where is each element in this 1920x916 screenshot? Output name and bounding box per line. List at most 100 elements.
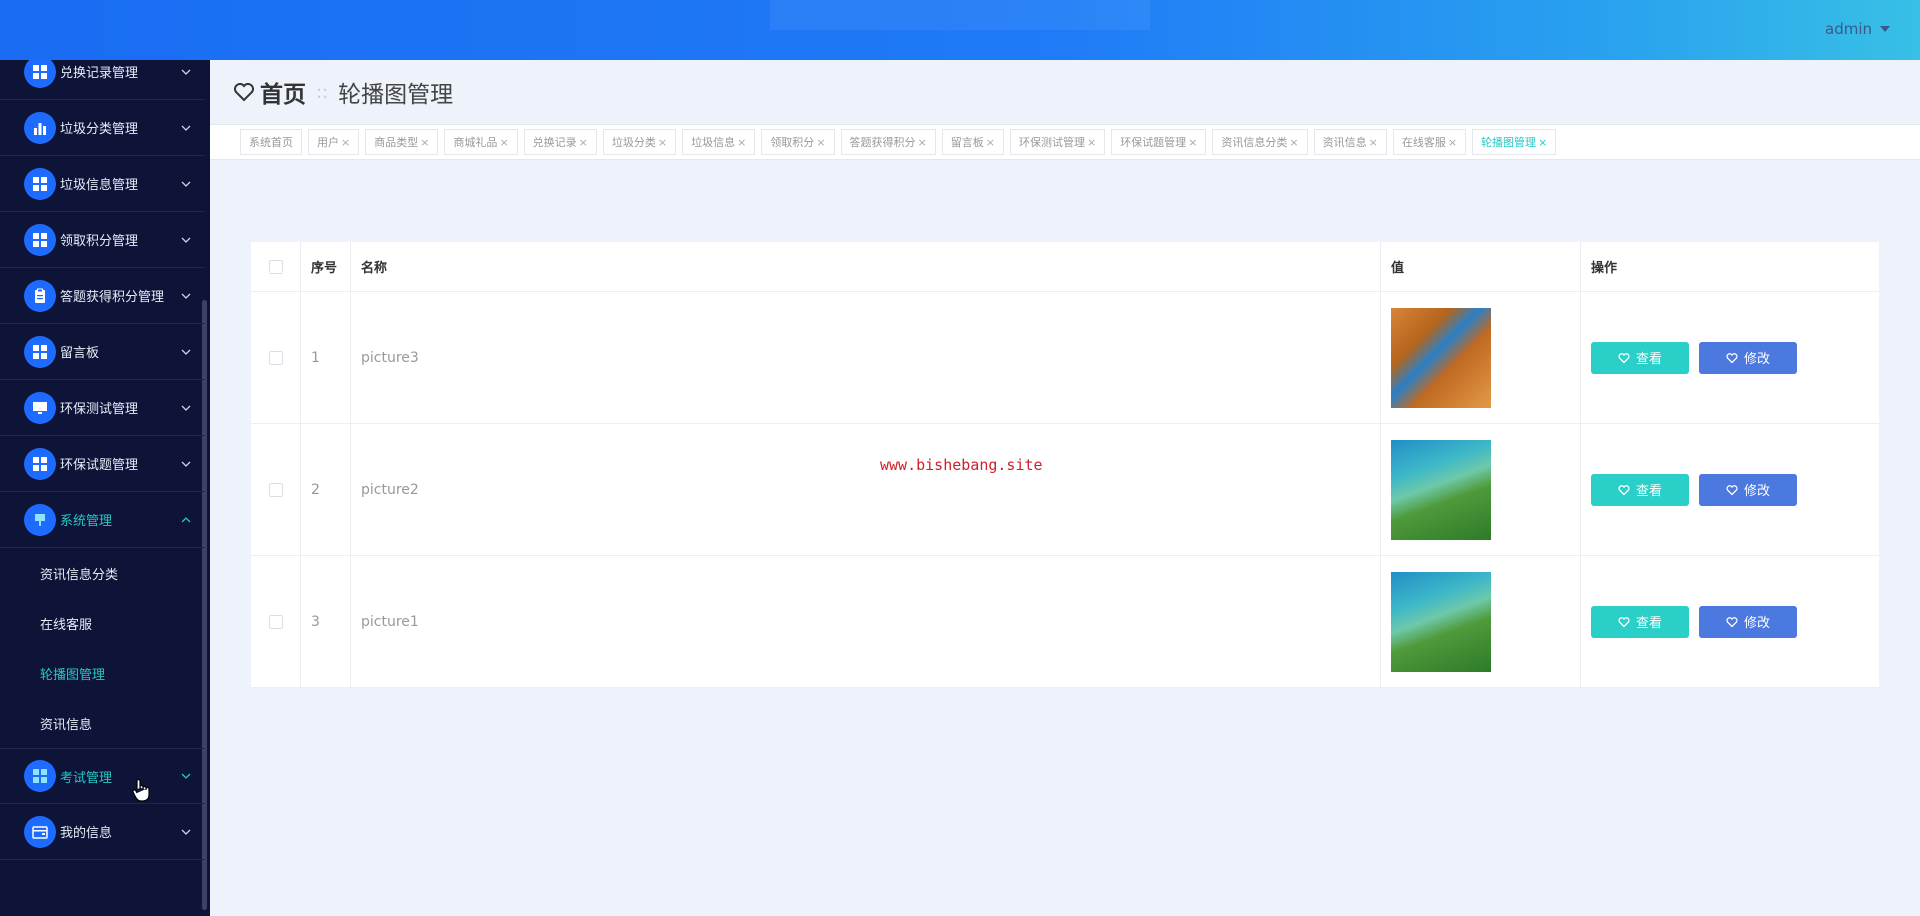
tab-tag[interactable]: 资讯信息 × — [1313, 129, 1387, 155]
chevron-down-icon — [181, 125, 191, 131]
close-icon[interactable]: × — [579, 136, 588, 149]
tab-tag[interactable]: 资讯信息分类 × — [1212, 129, 1308, 155]
sidebar-item-system[interactable]: 系统管理 — [0, 492, 205, 548]
wallet-icon — [24, 815, 56, 848]
close-icon[interactable]: × — [1188, 136, 1197, 149]
tab-tag-label: 垃圾分类 — [611, 136, 656, 149]
close-icon[interactable]: × — [1087, 136, 1096, 149]
tab-tag[interactable]: 环保测试管理 × — [1009, 129, 1106, 155]
top-bar-highlight — [770, 0, 1150, 30]
grid-icon — [24, 447, 56, 480]
sidebar-item-quiz-points[interactable]: 答题获得积分管理 — [0, 268, 205, 324]
close-icon[interactable]: × — [918, 136, 927, 149]
sidebar-item-claim-points[interactable]: 领取积分管理 — [0, 212, 205, 268]
checkbox[interactable] — [268, 614, 283, 629]
sidebar-item-exam[interactable]: 考试管理 — [0, 748, 205, 804]
close-icon[interactable]: × — [1289, 136, 1298, 149]
carousel-image[interactable] — [1391, 439, 1491, 540]
tab-tag[interactable]: 在线客服 × — [1392, 129, 1467, 155]
tab-tag[interactable]: 系统首页 — [240, 129, 302, 155]
sidebar-sub-item-news-category[interactable]: 资讯信息分类 — [0, 548, 205, 598]
grid-icon — [24, 760, 56, 792]
row-select[interactable] — [251, 556, 301, 687]
tab-tag[interactable]: 领取积分 × — [761, 129, 835, 155]
header-select-all[interactable] — [251, 242, 301, 291]
tab-tag-label: 领取积分 — [770, 136, 815, 149]
checkbox[interactable] — [268, 259, 283, 274]
row-actions: 查看 修改 — [1581, 292, 1879, 423]
tab-tag[interactable]: 兑换记录 × — [523, 129, 597, 155]
sidebar-sub-item-news[interactable]: 资讯信息 — [0, 698, 205, 748]
checkbox[interactable] — [268, 482, 283, 497]
sidebar-item-garbage-category[interactable]: 垃圾分类管理 — [0, 100, 205, 156]
tab-tag-label: 答题获得积分 — [849, 136, 916, 149]
sidebar-item-label: 留言板 — [60, 346, 100, 361]
sidebar-item-my-info[interactable]: 我的信息 — [0, 804, 205, 860]
caret-down-icon — [1880, 26, 1890, 32]
row-select[interactable] — [251, 424, 301, 555]
row-actions: 查看 修改 — [1581, 556, 1879, 687]
tab-tag-label: 商城礼品 — [453, 136, 498, 149]
view-button-label: 查看 — [1635, 615, 1662, 630]
breadcrumb-separator: :: — [316, 81, 329, 103]
tab-tag[interactable]: 商品类型 × — [365, 129, 439, 155]
sidebar-item-eco-test[interactable]: 环保测试管理 — [0, 380, 205, 436]
close-icon[interactable]: × — [499, 136, 508, 149]
edit-button[interactable]: 修改 — [1699, 341, 1797, 374]
tab-tag[interactable]: 轮播图管理 × — [1472, 129, 1557, 155]
tab-tag-label: 留言板 — [950, 136, 984, 149]
sidebar-sub-item-carousel[interactable]: 轮播图管理 — [0, 648, 205, 698]
tab-tag[interactable]: 垃圾信息 × — [682, 129, 756, 155]
sidebar: 兑换记录管理 垃圾分类管理 垃圾信息管理 领取积分管理 答题获得积分管理 留言板… — [0, 60, 210, 916]
user-menu[interactable]: admin — [1825, 20, 1890, 38]
chevron-down-icon — [181, 405, 191, 411]
header-index: 序号 — [301, 242, 351, 291]
tab-tag[interactable]: 商城礼品 × — [444, 129, 518, 155]
sidebar-item-label: 垃圾信息管理 — [60, 178, 139, 193]
carousel-image[interactable] — [1391, 571, 1491, 672]
close-icon[interactable]: × — [1538, 136, 1547, 149]
sidebar-item-garbage-info[interactable]: 垃圾信息管理 — [0, 156, 205, 212]
tab-tag[interactable]: 留言板 × — [941, 129, 1004, 155]
sidebar-item-exchange-records[interactable]: 兑换记录管理 — [0, 60, 205, 100]
view-button[interactable]: 查看 — [1591, 605, 1689, 638]
tab-tag[interactable]: 用户 × — [308, 129, 360, 155]
chevron-down-icon — [181, 69, 191, 75]
grid-icon — [24, 335, 56, 368]
close-icon[interactable]: × — [420, 136, 429, 149]
pin-icon — [24, 503, 56, 536]
edit-button[interactable]: 修改 — [1699, 605, 1797, 638]
table-row: 3 picture1 查看 修改 — [251, 556, 1879, 688]
close-icon[interactable]: × — [986, 136, 995, 149]
tab-tag[interactable]: 垃圾分类 × — [602, 129, 677, 155]
sidebar-item-label: 答题获得积分管理 — [60, 290, 165, 305]
checkbox[interactable] — [268, 350, 283, 365]
sidebar-item-eco-questions[interactable]: 环保试题管理 — [0, 436, 205, 492]
breadcrumb-home[interactable]: 首页 — [232, 75, 306, 109]
sidebar-sub-item-online-service[interactable]: 在线客服 — [0, 598, 205, 648]
chevron-down-icon — [181, 461, 191, 467]
sidebar-item-label: 垃圾分类管理 — [60, 122, 139, 137]
tab-tag[interactable]: 答题获得积分 × — [840, 129, 936, 155]
close-icon[interactable]: × — [816, 136, 825, 149]
edit-button[interactable]: 修改 — [1699, 473, 1797, 506]
edit-button-label: 修改 — [1743, 483, 1770, 498]
header-actions: 操作 — [1591, 261, 1618, 276]
watermark: www.bishebang.site — [880, 456, 1043, 474]
heart-icon — [1726, 352, 1738, 363]
sidebar-item-message-board[interactable]: 留言板 — [0, 324, 205, 380]
carousel-image[interactable] — [1391, 307, 1491, 408]
close-icon[interactable]: × — [737, 136, 746, 149]
close-icon[interactable]: × — [1448, 136, 1457, 149]
tab-tag[interactable]: 环保试题管理 × — [1111, 129, 1207, 155]
view-button[interactable]: 查看 — [1591, 341, 1689, 374]
row-value — [1381, 556, 1581, 687]
close-icon[interactable]: × — [658, 136, 667, 149]
row-select[interactable] — [251, 292, 301, 423]
close-icon[interactable]: × — [341, 136, 350, 149]
chevron-down-icon — [181, 349, 191, 355]
close-icon[interactable]: × — [1369, 136, 1378, 149]
monitor-icon — [24, 391, 56, 424]
sidebar-item-label: 考试管理 — [60, 770, 113, 786]
view-button[interactable]: 查看 — [1591, 473, 1689, 506]
